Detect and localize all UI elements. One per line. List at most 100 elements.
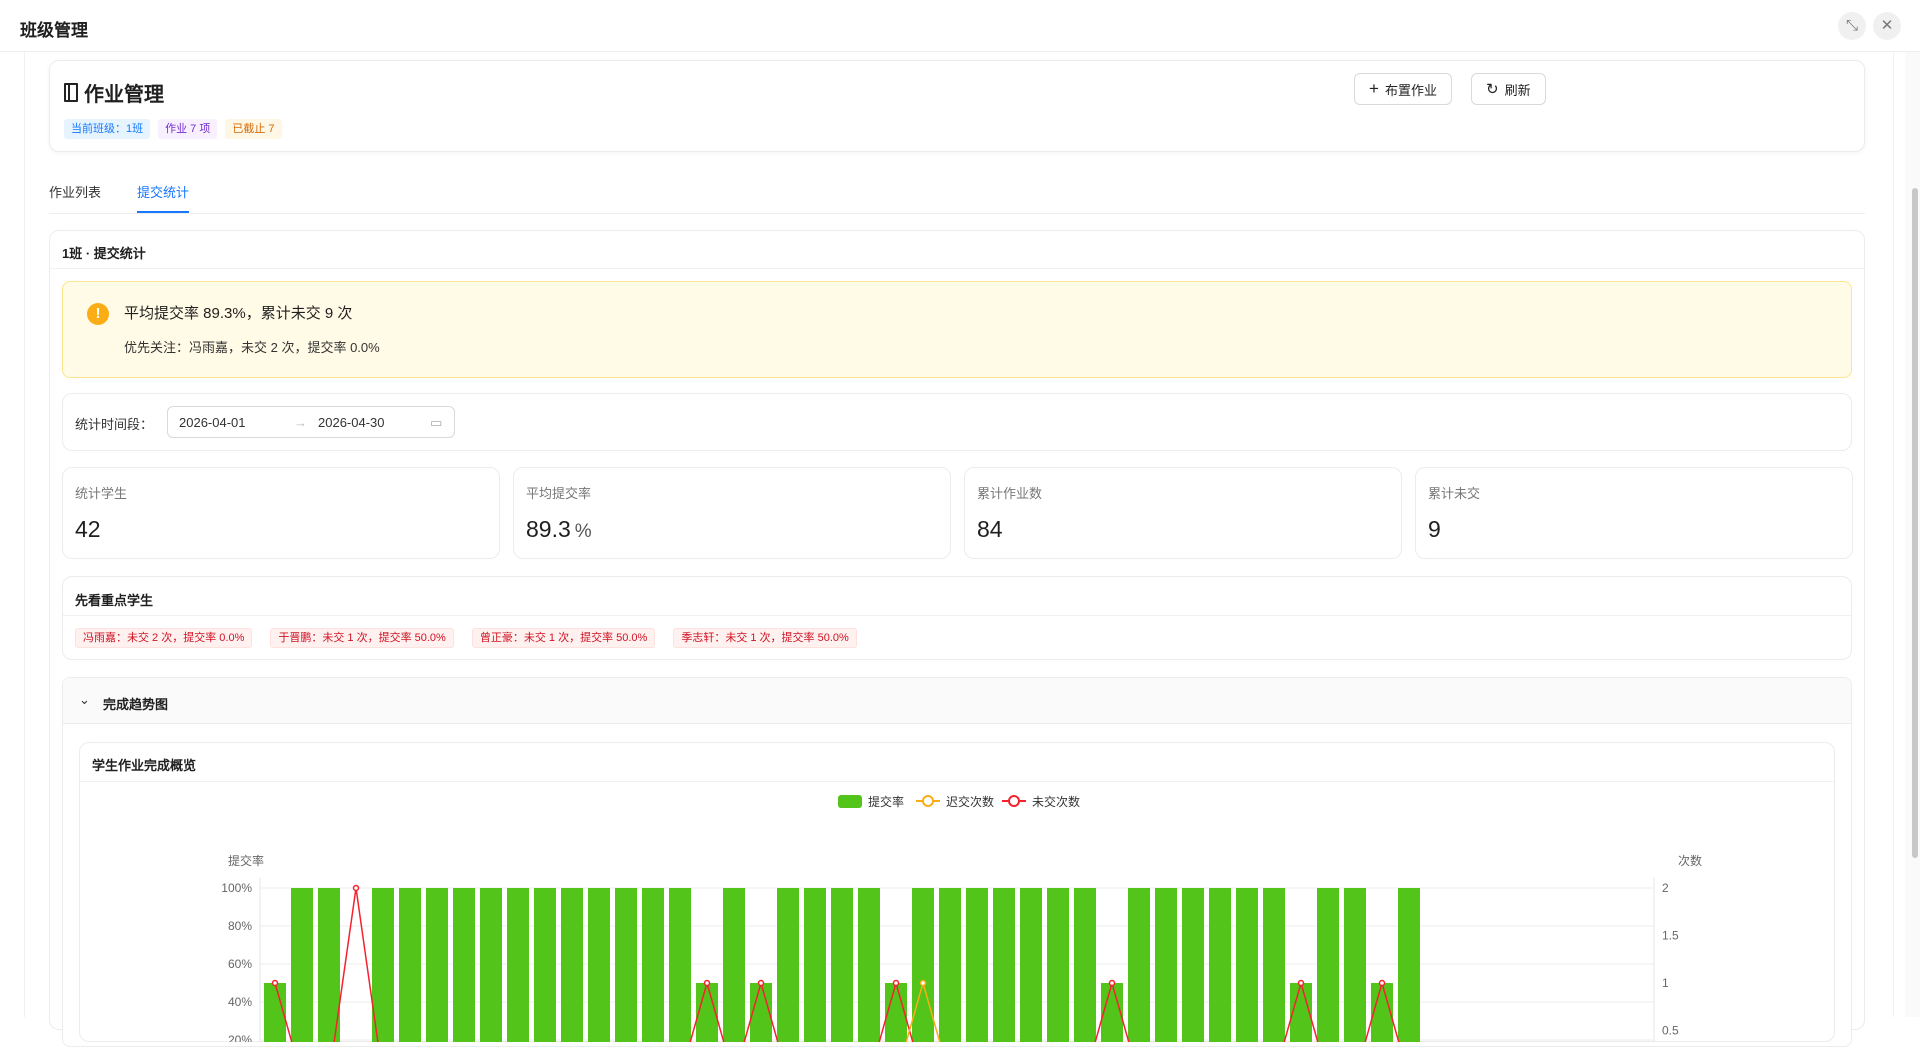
missing-line-point [892,979,900,987]
bar-submit-rate [804,888,826,1042]
collapse-icon[interactable]: ⤡ [1838,12,1866,40]
chevron-down-icon: ⌄ [79,692,90,707]
stats-title: 1班 · 提交统计 [62,246,146,261]
bar-submit-rate [723,888,745,1042]
y-axis-left-label: 提交率 [228,853,264,868]
legend-label: 提交率 [868,794,904,809]
missing-line-point [271,979,279,987]
metric-card-avg-rate: 平均提交率 89.3% [513,467,951,559]
metric-card-missing: 累计未交 9 [1415,467,1853,559]
metric-label: 累计作业数 [977,486,1043,501]
y-tick-left: 60% [228,957,252,971]
divider [50,268,1864,269]
legend-label: 未交次数 [1032,794,1080,809]
refresh-label: 刷新 [1504,82,1531,98]
current-class-tag: 当前班级：1班 [64,119,151,139]
trend-title: 完成趋势图 [103,697,169,712]
date-range-label: 统计时间段： [75,417,154,432]
refresh-button[interactable]: ↻ 刷新 [1471,73,1546,105]
focus-student-tag: 冯雨嘉：未交 2 次，提交率 0.0% [75,628,253,648]
completion-chart: 提交率 迟交次数 未交次数提交率 次数100%80%60%40%20%21.510.5 [221,794,1702,1042]
bar-submit-rate [831,888,853,1042]
header-tags: 当前班级：1班 作业 7 项 已截止 7 [64,119,282,139]
bar-submit-rate [399,888,421,1042]
tab-homework-list[interactable]: 作业列表 [49,182,101,211]
y-tick-right: 1 [1662,976,1669,990]
y-tick-right: 2 [1662,881,1669,895]
metric-number: 84 [977,516,1003,542]
date-range-card: 统计时间段： 2026-04-01 → 2026-04-30 ▭ [62,393,1852,451]
end-date-input[interactable]: 2026-04-30 [318,415,385,430]
legend-swatch-marker [1008,795,1020,807]
plus-icon: + [1369,79,1379,98]
start-date-input[interactable]: 2026-04-01 [179,415,246,430]
metric-label: 平均提交率 [526,486,592,501]
divider [63,615,1851,616]
focus-title: 先看重点学生 [75,593,154,608]
assign-homework-button[interactable]: + 布置作业 [1354,73,1452,105]
focus-student-tag: 曾正豪：未交 1 次，提交率 50.0% [471,628,656,648]
focus-student-tag: 季志轩：未交 1 次，提交率 50.0% [673,628,857,648]
trend-collapse-panel: ⌄ 完成趋势图 学生作业完成概览 提交率 迟交次数 未交次数 提交率 次数 100% 80%… [62,677,1852,1047]
bar-submit-rate [1047,888,1069,1042]
y-tick-left: 80% [228,919,252,933]
submission-stats-card: 1班 · 提交统计 ! 平均提交率 89.3%，累计未交 9 次 优先关注：冯雨… [49,230,1865,1047]
bar-submit-rate [1074,888,1096,1042]
legend-label: 迟交次数 [946,794,994,809]
bar-submit-rate [1155,888,1177,1042]
focus-student-tag: 于晋鹏：未交 1 次，提交率 50.0% [270,628,454,648]
metric-value: 84 [977,516,1003,543]
missing-line-point [352,884,360,892]
chart-title: 学生作业完成概览 [92,758,197,773]
bar-submit-rate [642,888,664,1042]
page-title-text: 作业管理 [84,84,164,106]
warning-icon: ! [87,303,109,325]
summary-alert: ! 平均提交率 89.3%，累计未交 9 次 优先关注：冯雨嘉，未交 2 次，提… [62,281,1852,378]
bar-submit-rate [939,888,961,1042]
tab-submission-stats[interactable]: 提交统计 [137,182,190,213]
metric-number: 89.3 [526,516,571,542]
date-range-picker[interactable]: 2026-04-01 → 2026-04-30 ▭ [167,406,455,438]
missing-line-point [1297,979,1305,987]
bar-submit-rate [507,888,529,1042]
alert-main-text: 平均提交率 89.3%，累计未交 9 次 [124,305,353,322]
focus-student-tags: 冯雨嘉：未交 2 次，提交率 0.0% 于晋鹏：未交 1 次，提交率 50.0%… [75,628,857,648]
metric-value: 9 [1428,516,1441,543]
bar-submit-rate [1317,888,1339,1042]
bar-submit-rate [453,888,475,1042]
homework-header-card: 作业管理 当前班级：1班 作业 7 项 已截止 7 + 布置作业 ↻ 刷新 [49,60,1865,152]
bar-submit-rate [534,888,556,1042]
alert-sub-text: 优先关注：冯雨嘉，未交 2 次，提交率 0.0% [124,340,380,355]
metric-value: 42 [75,516,101,543]
bar-submit-rate [588,888,610,1042]
metric-number: 9 [1428,516,1441,542]
missing-line-point [1108,979,1116,987]
bar-submit-rate [1209,888,1231,1042]
scrollbar-thumb[interactable] [1912,188,1918,858]
metric-label: 累计未交 [1428,486,1481,501]
close-icon[interactable]: ✕ [1873,12,1901,40]
chart-card: 学生作业完成概览 提交率 迟交次数 未交次数 提交率 次数 100% 80% 60% 40% 20… [79,742,1835,1042]
y-tick-right: 1.5 [1662,929,1679,943]
y-axis-right-label: 次数 [1678,853,1702,868]
refresh-icon: ↻ [1486,81,1499,98]
bar-submit-rate [561,888,583,1042]
bar-submit-rate [480,888,502,1042]
late-line-point [919,979,927,987]
book-icon [64,83,78,102]
metric-card-total-homework: 累计作业数 84 [964,467,1402,559]
trend-collapse-header[interactable]: ⌄ 完成趋势图 [63,678,1851,724]
bar-submit-rate [1344,888,1366,1042]
bar-submit-rate [615,888,637,1042]
window-titlebar: 班级管理 ⤡ ✕ [0,0,1920,52]
bar-submit-rate [777,888,799,1042]
y-tick-right: 0.5 [1662,1024,1679,1038]
y-tick-left: 40% [228,995,252,1009]
bar-submit-rate [1020,888,1042,1042]
missing-line-point [1378,979,1386,987]
bar-submit-rate [858,888,880,1042]
bar-submit-rate [1263,888,1285,1042]
window-title: 班级管理 [20,21,88,40]
homework-count-tag: 作业 7 项 [158,119,218,139]
legend-swatch-marker [922,795,934,807]
